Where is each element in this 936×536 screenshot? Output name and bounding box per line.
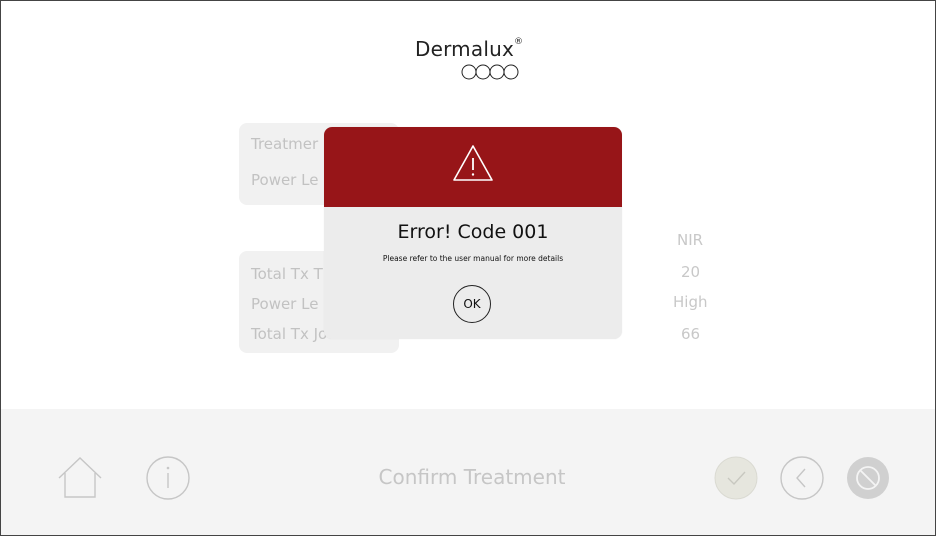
treatment-label: Treatmer [251, 135, 319, 153]
info-icon[interactable] [145, 455, 191, 501]
wavelength-value: NIR [677, 231, 704, 249]
home-icon[interactable] [55, 455, 105, 501]
bottom-nav-bar: Confirm Treatment [1, 409, 935, 535]
power-level-label: Power Le [251, 171, 319, 189]
cancel-icon[interactable] [845, 455, 891, 501]
ok-button[interactable]: OK [453, 285, 491, 323]
logo-registered-mark: ® [513, 37, 524, 47]
total-tx-time-label: Total Tx T [251, 265, 323, 283]
confirm-check-icon[interactable] [713, 455, 759, 501]
joules-value: 66 [681, 325, 701, 343]
error-dialog: Error! Code 001 Please refer to the user… [324, 127, 622, 339]
error-message: Please refer to the user manual for more… [382, 254, 564, 263]
warning-icon [453, 145, 493, 181]
screen-title: Confirm Treatment [378, 465, 566, 489]
power-level-label-2: Power Le [251, 295, 319, 313]
total-tx-joules-label: Total Tx Jo [251, 325, 328, 343]
app-screen: Dermalux® Treatmer Power Le Total Tx T P… [0, 0, 936, 536]
logo-text: Dermalux [415, 37, 514, 61]
logo-rings-icon [461, 64, 519, 80]
power-value: High [673, 293, 708, 311]
time-value: 20 [681, 263, 701, 281]
error-title: Error! Code 001 [397, 221, 549, 243]
error-dialog-header [324, 127, 622, 207]
back-icon[interactable] [779, 455, 825, 501]
dermalux-logo: Dermalux® [415, 37, 535, 80]
